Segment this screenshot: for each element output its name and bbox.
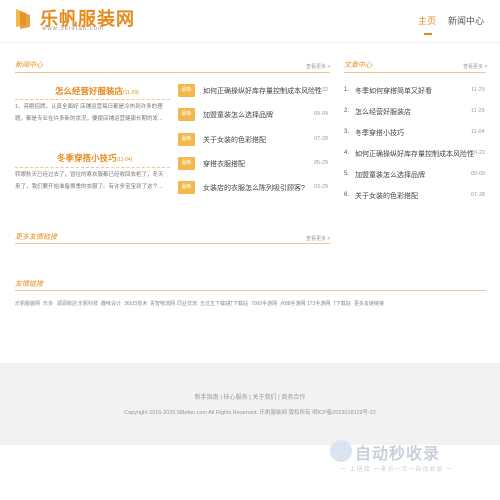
article-item-title[interactable]: 冬季穿搭小技巧: [355, 128, 404, 138]
friend-sites-title: 更多友情链接: [15, 234, 57, 241]
article-item-number: 2.: [344, 108, 350, 114]
friend-link[interactable]: 趣味设计: [101, 300, 121, 307]
watermark-subtext: 一 上链接 一来访一次一自动收录 一: [340, 467, 454, 473]
article-center-divider: [344, 72, 486, 73]
friend-link[interactable]: 乐帆科技: [78, 300, 98, 307]
article-item-number: 5.: [344, 171, 350, 177]
news-item-title[interactable]: 如何正确操纵好库存量控制成本风险性: [203, 86, 322, 96]
new-badge: 最新: [178, 84, 195, 97]
featured-title[interactable]: 怎么经营好服装店(11-29): [55, 85, 139, 97]
featured-divider: [15, 99, 170, 100]
nav-active-indicator: [424, 33, 432, 35]
friend-sites-divider: [15, 243, 330, 244]
logo-icon[interactable]: [12, 7, 32, 29]
friend-links-divider: [15, 290, 486, 291]
article-item-number: 1.: [344, 87, 350, 93]
brand-url: www.58lefan.com: [42, 26, 105, 32]
featured-date: (11-29): [123, 90, 139, 96]
news-item-date: 03-29: [314, 184, 329, 190]
friend-link[interactable]: 乐多: [43, 300, 53, 307]
new-badge: 最新: [178, 133, 195, 146]
featured-divider: [15, 167, 170, 168]
featured-title[interactable]: 冬季穿搭小技巧(11-04): [57, 152, 132, 164]
friend-link[interactable]: 打下载站: [228, 300, 248, 307]
friend-link[interactable]: 乐帆服装网: [15, 300, 40, 307]
new-badge: 最新: [178, 181, 195, 194]
new-badge: 最新: [178, 157, 195, 170]
article-item-date: 07-28: [471, 192, 486, 198]
article-item-number: 6.: [344, 192, 350, 198]
friend-link[interactable]: 五过五下载站: [200, 300, 230, 307]
article-item-date: 10-22: [471, 150, 486, 156]
friend-link[interactable]: 源源致店: [57, 300, 77, 307]
article-item-title[interactable]: 关于女装的色彩搭配: [355, 191, 418, 201]
article-center-more-link[interactable]: 查看更多 >: [463, 63, 487, 70]
featured-date: (11-04): [116, 157, 133, 163]
news-center-divider: [15, 72, 330, 73]
nav-home[interactable]: 主页: [418, 14, 436, 27]
article-item-date: 11-29: [471, 87, 485, 93]
friend-link[interactable]: 365日技术: [124, 300, 147, 307]
article-center-title: 文章中心: [344, 62, 372, 69]
news-item-date: 07-28: [314, 136, 329, 142]
nav-news[interactable]: 新闻中心: [448, 14, 484, 27]
watermark-logo-icon: [330, 440, 352, 462]
news-item-title[interactable]: 女装店的衣服怎么陈列吸引顾客?: [203, 183, 305, 193]
article-item-title[interactable]: 冬季如何穿搭简单又好看: [355, 86, 432, 96]
news-item-date: 10-22: [314, 87, 329, 93]
news-center-more-link[interactable]: 查看更多 >: [306, 63, 330, 70]
friend-links-title: 友情链接: [15, 281, 43, 288]
new-badge: 最新: [178, 108, 195, 121]
news-center-title: 新闻中心: [15, 62, 43, 69]
news-item-title[interactable]: 关于女装的色彩搭配: [203, 135, 266, 145]
news-item-title[interactable]: 穿搭衣服搭配: [203, 159, 245, 169]
article-item-date: 11-04: [471, 129, 485, 135]
news-item-title[interactable]: 加盟童装怎么选择品牌: [203, 110, 273, 120]
article-item-title[interactable]: 加盟童装怎么选择品牌: [355, 170, 425, 180]
friend-link[interactable]: 173手游网: [307, 300, 330, 307]
friend-link[interactable]: 同业交流: [177, 300, 197, 307]
footer-links[interactable]: 新手指南 | 核心服务 | 关于我们 | 商务合作: [0, 392, 500, 401]
watermark-text: 自动秒收录: [355, 446, 441, 463]
friend-sites-more-link[interactable]: 查看更多 >: [306, 235, 330, 242]
article-item-title[interactable]: 怎么经营好服装店: [355, 107, 411, 117]
featured-desc: 转眼秋天已经过去了，冒往的寒衣服都已经收回衣柜了，冬天来了，我们要开始准备换季的…: [15, 172, 164, 190]
featured-desc: 1、亮眼招牌，认真全面好 店铺运营每日都是冷热到许多的理题，都是专业在许多新的状…: [15, 104, 163, 122]
article-item-number: 3.: [344, 129, 350, 135]
article-item-date: 11-29: [471, 108, 485, 114]
friend-link[interactable]: 点88手游网: [280, 300, 306, 307]
article-item-title[interactable]: 如何正确操纵好库存量控制成本风险性: [355, 149, 474, 159]
footer-copyright: Copyright 2015-2025 58lefan.com All Righ…: [124, 410, 376, 416]
friend-link[interactable]: 更多友链链接: [354, 300, 384, 307]
site-footer: [0, 363, 500, 445]
friend-link[interactable]: 7下载站: [333, 300, 351, 307]
friend-link[interactable]: 7000手游网: [251, 300, 277, 307]
friend-link[interactable]: 青智物流网: [150, 300, 175, 307]
news-item-date: 05-29: [314, 160, 329, 166]
article-item-number: 4.: [344, 150, 350, 156]
article-item-date: 09-09: [471, 171, 486, 177]
news-item-date: 09-09: [314, 111, 329, 117]
